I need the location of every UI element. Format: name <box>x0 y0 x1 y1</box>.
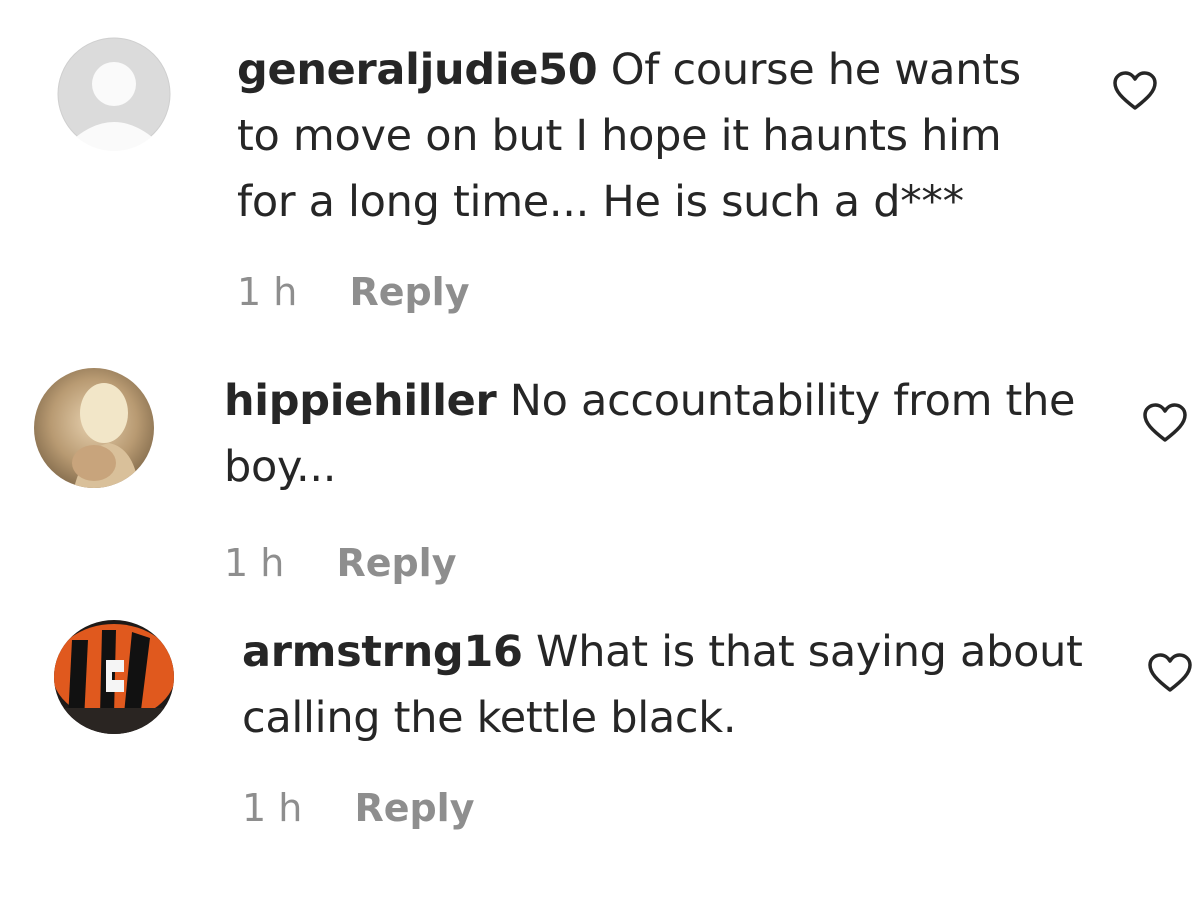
heart-icon[interactable] <box>1142 402 1188 444</box>
photo-avatar[interactable] <box>34 368 154 488</box>
bengals-helmet-avatar[interactable] <box>54 620 174 734</box>
comment-timestamp[interactable]: 1 h <box>242 786 302 830</box>
default-avatar-icon[interactable] <box>57 37 171 151</box>
comment-username[interactable]: generaljudie50 <box>237 45 598 95</box>
comment-body: generaljudie50 Of course he wants to mov… <box>237 37 1067 235</box>
comment-body: hippiehiller No accountability from the … <box>224 368 1084 500</box>
comment-meta: 1 h Reply <box>224 541 456 585</box>
reply-button[interactable]: Reply <box>354 786 474 830</box>
comment-timestamp[interactable]: 1 h <box>224 541 284 585</box>
comment-username[interactable]: armstrng16 <box>242 627 523 677</box>
heart-icon[interactable] <box>1147 652 1193 694</box>
reply-button[interactable]: Reply <box>349 270 469 314</box>
comment-meta: 1 h Reply <box>242 786 474 830</box>
comment-body: armstrng16 What is that saying about cal… <box>242 619 1092 751</box>
reply-button[interactable]: Reply <box>336 541 456 585</box>
comment-timestamp[interactable]: 1 h <box>237 270 297 314</box>
comment-username[interactable]: hippiehiller <box>224 376 497 426</box>
comment-meta: 1 h Reply <box>237 270 469 314</box>
heart-icon[interactable] <box>1112 70 1158 112</box>
